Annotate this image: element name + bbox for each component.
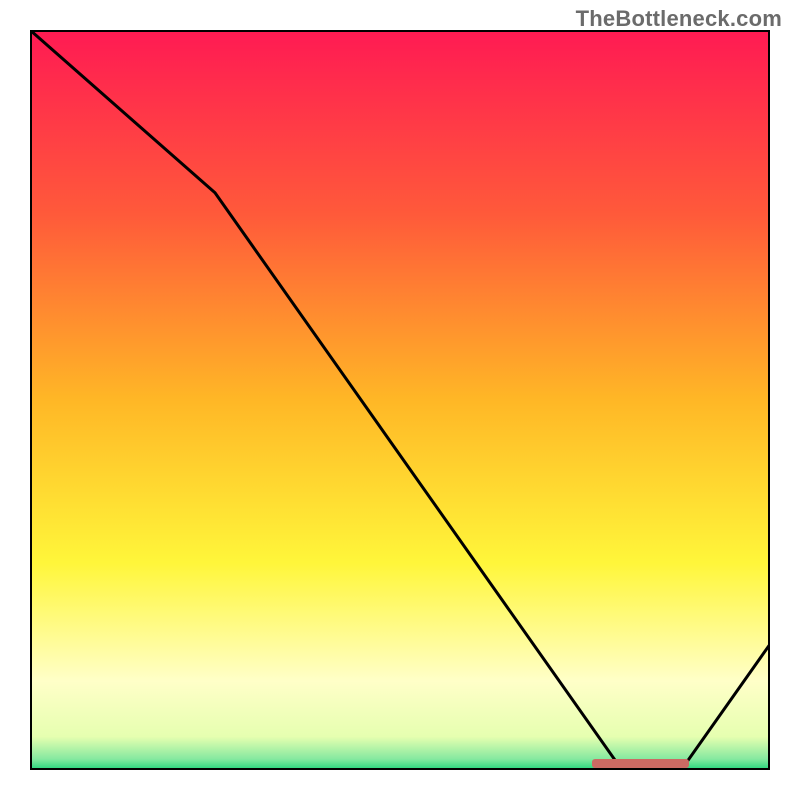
plot-area (30, 30, 770, 770)
watermark-text: TheBottleneck.com (576, 6, 782, 32)
optimal-range-marker (592, 759, 688, 768)
chart-container: TheBottleneck.com (0, 0, 800, 800)
bottleneck-curve (30, 30, 770, 770)
